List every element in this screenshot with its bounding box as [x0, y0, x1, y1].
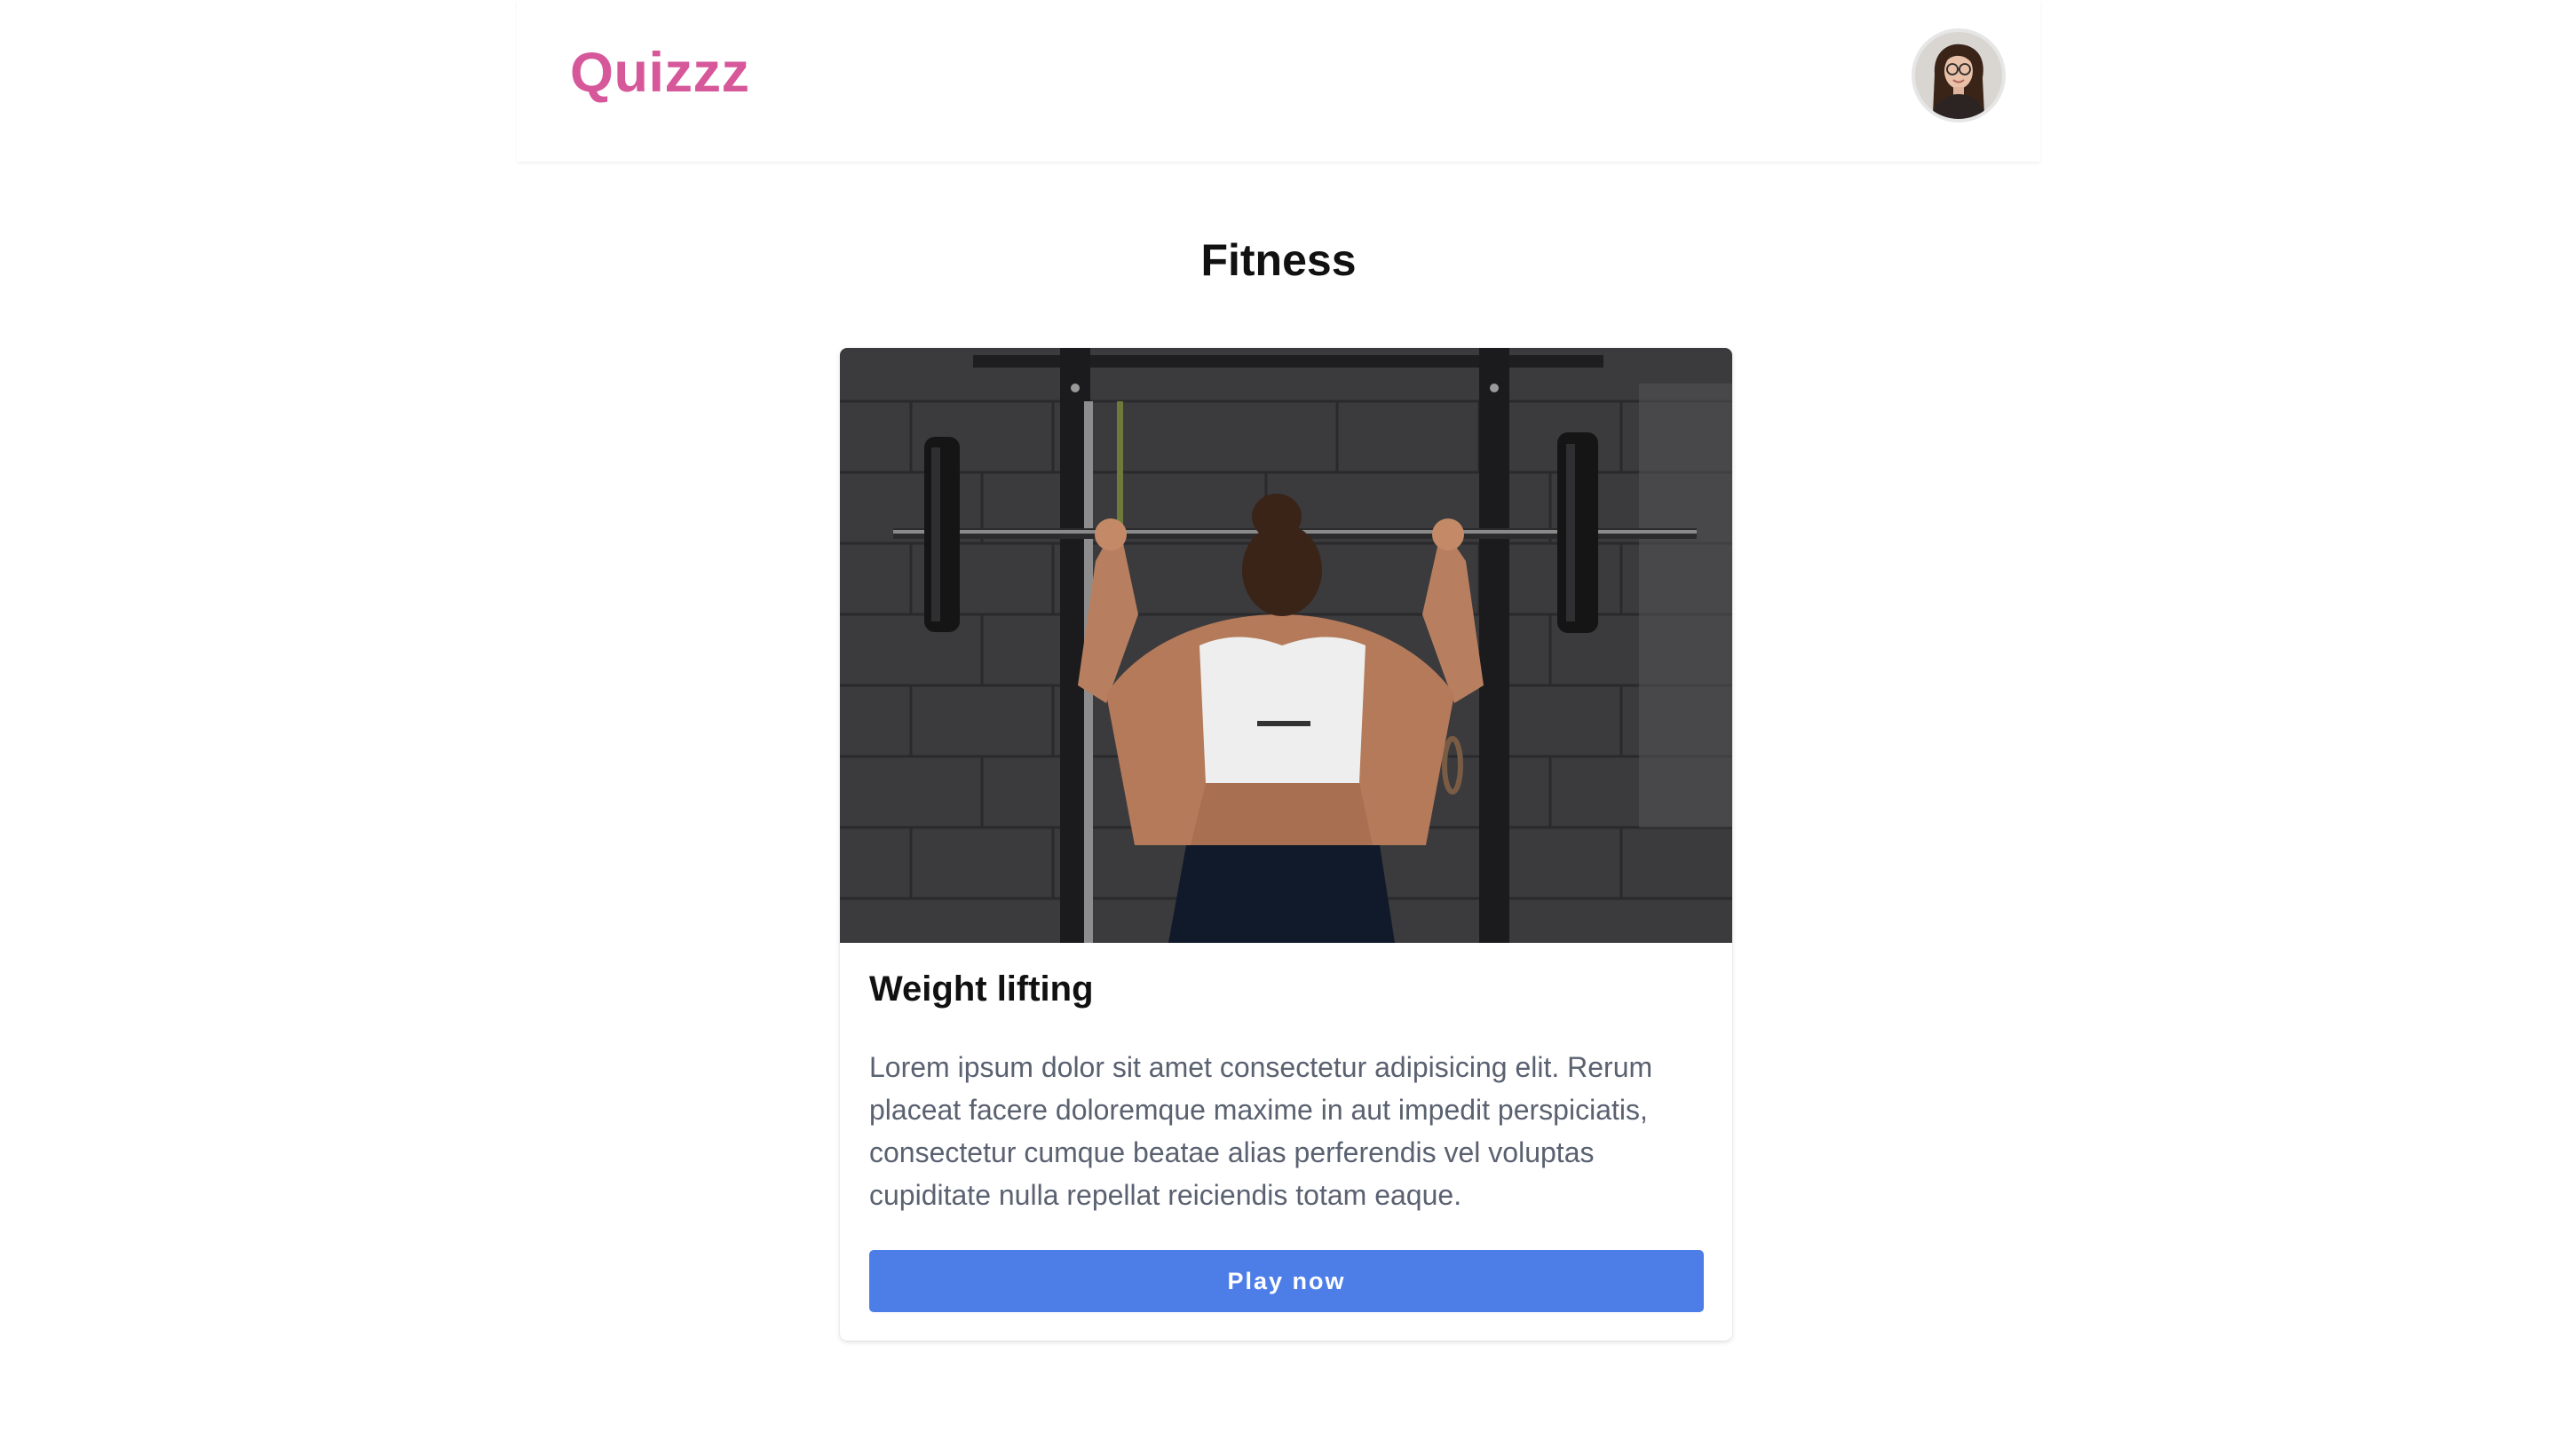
card-title: Weight lifting — [869, 969, 1094, 1009]
play-now-button[interactable]: Play now — [869, 1250, 1704, 1312]
weightlifting-image — [840, 348, 1732, 943]
app-logo[interactable]: Quizzz — [570, 41, 750, 105]
top-header: Quizzz — [517, 0, 2040, 162]
page-title: Fitness — [1200, 235, 1357, 285]
user-avatar[interactable] — [1912, 28, 2006, 123]
avatar-image — [1915, 32, 2002, 119]
quiz-card: Weight lifting Lorem ipsum dolor sit ame… — [840, 348, 1732, 1341]
card-description: Lorem ipsum dolor sit amet consectetur a… — [869, 1051, 1653, 1211]
